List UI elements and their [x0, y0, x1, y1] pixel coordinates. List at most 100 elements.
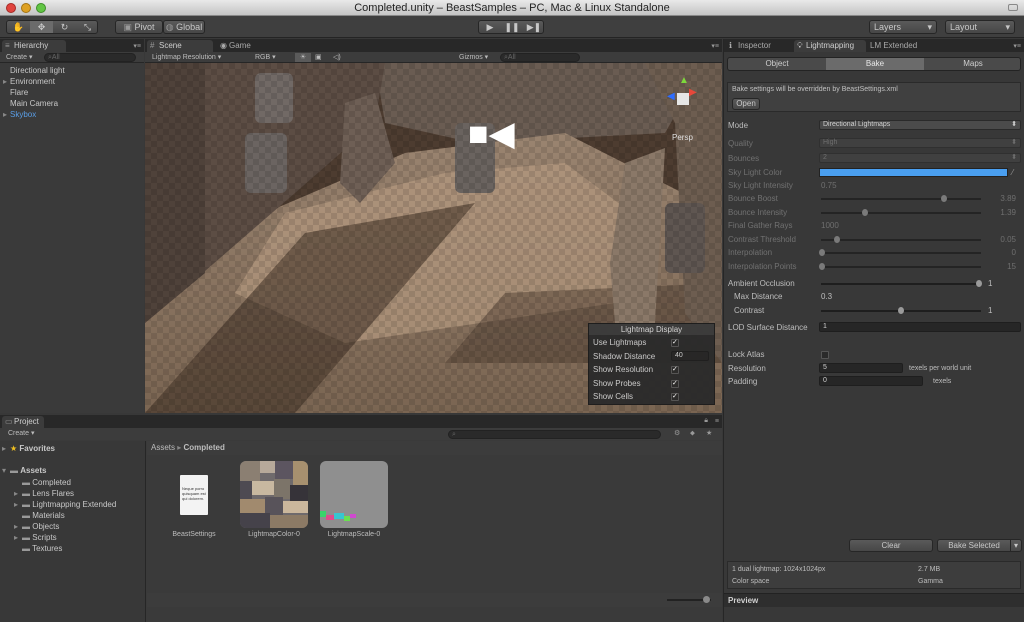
lighting-toggle-icon[interactable]: ☀: [295, 53, 311, 62]
bounce-boost-knob[interactable]: [941, 195, 947, 202]
close-window-icon[interactable]: [6, 3, 16, 13]
lock-icon[interactable]: 🔒︎: [704, 417, 708, 425]
favorite-star-icon[interactable]: ★: [706, 428, 712, 439]
pivot-button[interactable]: ▣ Pivot: [115, 20, 163, 34]
folder-item[interactable]: ▬ Completed: [0, 477, 145, 488]
search-input[interactable]: ⌕All: [44, 53, 136, 62]
folder-item[interactable]: ▬ Materials: [0, 510, 145, 521]
contrast-threshold-slider[interactable]: [821, 239, 981, 241]
assets-item[interactable]: ▾ ▬ Assets: [0, 465, 145, 476]
hierarchy-item[interactable]: ▸ Environment: [0, 76, 144, 87]
folder-item[interactable]: ▸ ▬ Objects: [0, 521, 145, 532]
contrast-value[interactable]: 1: [988, 304, 992, 317]
lightmapscale-asset[interactable]: [320, 461, 388, 528]
folder-item[interactable]: ▸ ▬ Lightmapping Extended: [0, 499, 145, 510]
panel-menu-icon[interactable]: ▾≡: [1013, 42, 1021, 50]
tab-game[interactable]: ◉ Game: [217, 40, 267, 52]
sky-color-swatch[interactable]: [819, 168, 1008, 177]
segment-maps[interactable]: Maps: [924, 58, 1020, 70]
render-mode-dropdown[interactable]: Lightmap Resolution ▾: [152, 52, 221, 63]
bounce-intensity-value[interactable]: 1.39: [986, 206, 1016, 219]
hierarchy-item[interactable]: Directional light: [0, 65, 144, 76]
segment-bake[interactable]: Bake: [826, 58, 924, 70]
resolution-input[interactable]: 5: [819, 363, 903, 373]
audio-toggle-icon[interactable]: ◁): [333, 52, 341, 63]
foldout-icon[interactable]: ▸: [14, 521, 18, 532]
pause-icon[interactable]: ❚❚: [501, 21, 523, 33]
foldout-icon[interactable]: ▸: [14, 532, 18, 543]
filter-type-icon[interactable]: ⚙: [674, 428, 680, 439]
final-gather-value[interactable]: 1000: [821, 219, 839, 232]
thumbnail-size-knob[interactable]: [703, 596, 710, 603]
padding-input[interactable]: 0: [819, 376, 923, 386]
lod-input[interactable]: 1: [819, 322, 1021, 332]
bounce-intensity-knob[interactable]: [862, 209, 868, 216]
play-icon[interactable]: ▶: [479, 21, 501, 33]
quality-dropdown[interactable]: High ⬍: [819, 138, 1021, 148]
gizmo-center-icon[interactable]: [677, 93, 689, 105]
color-mode-dropdown[interactable]: RGB ▾: [255, 52, 276, 63]
show-cells-checkbox[interactable]: ✓: [671, 393, 679, 401]
bounces-dropdown[interactable]: 2 ⬍: [819, 153, 1021, 163]
scale-tool-icon[interactable]: ⤡: [76, 21, 99, 33]
ao-slider[interactable]: [821, 283, 981, 285]
tab-lightmapping[interactable]: 💡︎ Lightmapping: [794, 40, 866, 52]
rotate-tool-icon[interactable]: ↻: [53, 21, 76, 33]
bounce-boost-slider[interactable]: [821, 198, 981, 200]
foldout-icon[interactable]: ▸: [14, 499, 18, 510]
interpolation-knob[interactable]: [819, 249, 825, 256]
mode-dropdown[interactable]: Directional Lightmaps ⬍: [819, 120, 1021, 130]
layout-dropdown[interactable]: Layout ▾: [945, 20, 1015, 34]
tab-inspector[interactable]: ℹ Inspector: [726, 40, 790, 52]
hierarchy-item[interactable]: Flare: [0, 87, 144, 98]
filter-label-icon[interactable]: ⬥: [690, 428, 695, 439]
hierarchy-item[interactable]: ▸ Skybox: [0, 109, 144, 120]
favorites-item[interactable]: ▸ ★ Favorites: [0, 443, 145, 454]
global-button[interactable]: ◍ Global: [163, 20, 205, 34]
zoom-window-icon[interactable]: [36, 3, 46, 13]
scene-viewport[interactable]: ■◀ ▲ ◀ ▶ Persp Lightmap Display Use Ligh…: [145, 63, 722, 413]
show-probes-checkbox[interactable]: ✓: [671, 380, 679, 388]
shadow-distance-input[interactable]: 40: [671, 351, 709, 361]
panel-menu-icon[interactable]: ▾≡: [133, 42, 141, 50]
step-icon[interactable]: ▶❚: [523, 21, 545, 33]
y-axis-icon[interactable]: ▲: [679, 75, 689, 86]
contrast-knob[interactable]: [898, 307, 904, 314]
tab-lm-extended[interactable]: LM Extended: [866, 40, 926, 52]
tab-hierarchy[interactable]: ≡ Hierarchy: [2, 40, 66, 52]
max-distance-value[interactable]: 0.3: [821, 290, 832, 303]
breadcrumb-assets[interactable]: Assets: [151, 443, 175, 452]
foldout-icon[interactable]: ▸: [3, 109, 7, 120]
ao-value[interactable]: 1: [988, 277, 992, 290]
hand-tool-icon[interactable]: ✋: [7, 21, 30, 33]
clear-button[interactable]: Clear: [849, 539, 933, 552]
contrast-threshold-value[interactable]: 0.05: [986, 233, 1016, 246]
sky-intensity-value[interactable]: 0.75: [821, 179, 837, 192]
ao-knob[interactable]: [976, 280, 982, 287]
interp-points-slider[interactable]: [821, 266, 981, 268]
interpolation-value[interactable]: 0: [986, 246, 1016, 259]
panel-menu-icon[interactable]: ▾≡: [711, 42, 719, 50]
beastsettings-asset[interactable]: Neque porro quisquam est qui dolorem.: [180, 475, 208, 515]
lightmapcolor-asset[interactable]: [240, 461, 308, 528]
interp-points-knob[interactable]: [819, 263, 825, 270]
create-dropdown[interactable]: Create ▾: [6, 52, 32, 63]
tab-project[interactable]: ▭ Project: [2, 416, 44, 428]
gizmos-dropdown[interactable]: Gizmos ▾: [459, 52, 488, 63]
persp-label[interactable]: Persp: [672, 133, 693, 142]
contrast-threshold-knob[interactable]: [834, 236, 840, 243]
move-tool-icon[interactable]: ✥: [30, 21, 53, 33]
hierarchy-item[interactable]: Main Camera: [0, 98, 144, 109]
interpolation-slider[interactable]: [821, 252, 981, 254]
lock-atlas-checkbox[interactable]: [821, 351, 829, 359]
tab-scene[interactable]: # Scene: [147, 40, 213, 52]
foldout-icon[interactable]: ▸: [14, 488, 18, 499]
project-search-input[interactable]: ⌕: [448, 430, 661, 439]
bake-selected-button[interactable]: Bake Selected: [937, 539, 1011, 552]
bake-options-button[interactable]: ▾: [1010, 539, 1022, 552]
open-button[interactable]: Open: [732, 98, 760, 110]
breadcrumb-completed[interactable]: Completed: [184, 443, 225, 452]
folder-item[interactable]: ▸ ▬ Lens Flares: [0, 488, 145, 499]
bounce-intensity-slider[interactable]: [821, 212, 981, 214]
folder-item[interactable]: ▸ ▬ Scripts: [0, 532, 145, 543]
